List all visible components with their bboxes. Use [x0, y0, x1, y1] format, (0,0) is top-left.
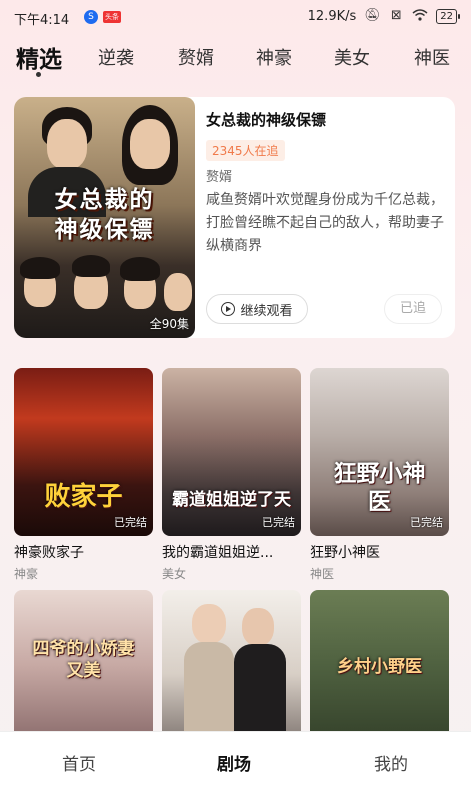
drama-title[interactable]: 我的霸道姐姐逆... [162, 542, 301, 562]
drama-card[interactable]: 霸道姐姐逆了天 已完结 我的霸道姐姐逆... 美女 [162, 368, 301, 582]
drama-genre: 神医 [310, 567, 335, 581]
drama-card[interactable]: 狂野小神医 已完结 狂野小神医 神医 [310, 368, 449, 582]
app-notification-icon: S [84, 10, 98, 24]
viewer-count-badge: 2345人在追 [206, 140, 285, 161]
drama-poster[interactable]: 狂野小神医 已完结 [310, 368, 449, 536]
drama-poster[interactable]: 败家子 已完结 [14, 368, 153, 536]
tab-jingxuan[interactable]: 精选 [16, 40, 62, 74]
drama-poster[interactable]: 霸道姐姐逆了天 已完结 [162, 368, 301, 536]
status-time: 下午4:14 [14, 13, 70, 28]
tab-shenyi[interactable]: 神医 [414, 44, 450, 70]
drama-genre: 美女 [162, 567, 187, 581]
poster-title: 霸道姐姐逆了天 [172, 490, 291, 510]
drama-title[interactable]: 神豪败家子 [14, 542, 153, 562]
followed-button[interactable]: 已追 [384, 294, 442, 324]
drama-card[interactable]: 败家子 已完结 神豪败家子 神豪 [14, 368, 153, 582]
poster-title: 狂野小神医 [333, 460, 426, 515]
tab-shenhao[interactable]: 神豪 [256, 44, 292, 70]
featured-drama-card[interactable]: 女总裁的 神级保镖 全90集 女总裁的神级保镖 2345人在追 赘婿 咸鱼赘婿叶… [14, 97, 455, 338]
nav-mine[interactable]: 我的 [374, 750, 408, 775]
network-speed: 12.9K/s [307, 8, 357, 24]
nav-home[interactable]: 首页 [62, 750, 96, 775]
battery-indicator: 22 [436, 8, 460, 24]
category-tabs: 精选 逆袭 赘婿 神豪 美女 神医 [0, 38, 471, 78]
app-badge: 头条 [103, 11, 121, 23]
tab-zhuixu[interactable]: 赘婿 [178, 44, 214, 70]
poster-title: 乡村小野医 [337, 657, 422, 677]
featured-genre: 赘婿 [206, 170, 233, 185]
mute-icon: 🔕︎ [364, 8, 381, 23]
continue-watching-label: 继续观看 [240, 303, 293, 319]
tab-meinv[interactable]: 美女 [334, 44, 370, 70]
wifi-icon [412, 8, 428, 24]
featured-title[interactable]: 女总裁的神级保镖 [206, 109, 326, 130]
status-label: 已完结 [262, 516, 295, 529]
poster-title: 败家子 [44, 482, 123, 512]
drama-title[interactable]: 狂野小神医 [310, 542, 449, 562]
sim-off-icon: ⊠ [390, 8, 402, 23]
status-label: 已完结 [410, 516, 443, 529]
tab-nixi[interactable]: 逆袭 [98, 44, 134, 70]
featured-description: 咸鱼赘婿叶欢觉醒身份成为千亿总裁，打脸曾经瞧不起自己的敌人，帮助妻子纵横商界 [206, 192, 444, 254]
status-bar: 下午4:14 S 头条 12.9K/s 🔕︎ ⊠ 22 [0, 0, 471, 34]
nav-theater[interactable]: 剧场 [217, 750, 251, 775]
active-tab-indicator [36, 72, 41, 77]
featured-poster-title: 女总裁的 神级保镖 [54, 186, 155, 243]
status-label: 已完结 [114, 516, 147, 529]
bottom-navigation: 首页 剧场 我的 [0, 731, 471, 792]
episode-count: 全90集 [149, 317, 189, 331]
poster-title: 四爷的小娇妻又美 [32, 639, 135, 681]
featured-poster[interactable]: 女总裁的 神级保镖 全90集 [14, 97, 195, 338]
continue-watching-button[interactable]: 继续观看 [206, 294, 308, 324]
drama-genre: 神豪 [14, 567, 39, 581]
play-icon [221, 302, 236, 316]
